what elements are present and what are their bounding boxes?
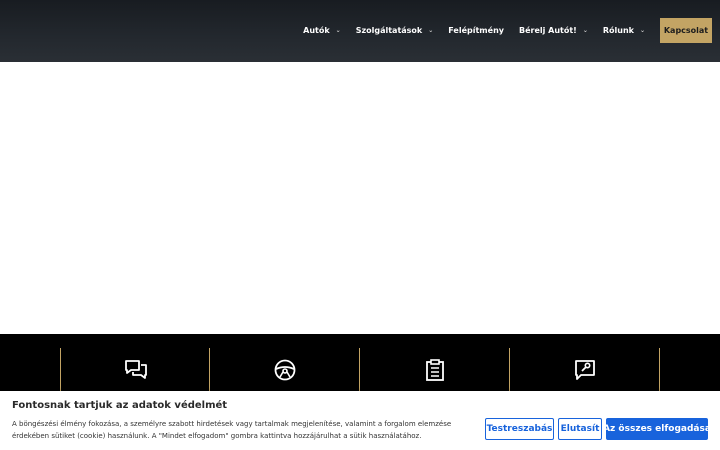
nav-item-label: Rólunk	[602, 26, 634, 35]
cookie-consent-banner: Fontosnak tartjuk az adatok védelmét A b…	[0, 391, 720, 450]
feature-divider	[60, 348, 61, 396]
contact-button[interactable]: Kapcsolat	[660, 18, 712, 43]
support-chat-icon	[575, 360, 595, 380]
nav-item-berelj-autot[interactable]: Bérelj Autót! ⌄	[519, 26, 588, 35]
nav-item-rolunk[interactable]: Rólunk ⌄	[603, 26, 645, 35]
chevron-down-icon: ⌄	[428, 27, 434, 34]
nav-item-label: Felépítmény	[448, 26, 504, 35]
steering-wheel-icon	[274, 359, 296, 381]
cookie-title: Fontosnak tartjuk az adatok védelmét	[12, 400, 228, 411]
nav-item-label: Autók	[303, 26, 330, 35]
customize-button[interactable]: Testreszabás	[485, 418, 554, 440]
cookie-description: A böngészési élmény fokozása, a személyr…	[12, 420, 452, 440]
hero-area	[0, 62, 720, 334]
nav-item-felepitmeny[interactable]: Felépítmény	[448, 26, 504, 35]
accept-all-button[interactable]: Az összes elfogadása	[603, 418, 711, 440]
page: Autók ⌄ Szolgáltatások ⌄ Felépítmény Bér…	[0, 0, 720, 450]
feature-divider	[659, 348, 660, 396]
clipboard-icon	[426, 359, 444, 381]
nav-item-szolgaltatasok[interactable]: Szolgáltatások ⌄	[356, 26, 434, 35]
chat-icon	[125, 360, 147, 379]
feature-divider	[509, 348, 510, 396]
chevron-down-icon: ⌄	[639, 27, 645, 34]
chevron-down-icon: ⌄	[335, 27, 341, 34]
main-nav: Autók ⌄ Szolgáltatások ⌄ Felépítmény Bér…	[303, 18, 712, 43]
site-header: Autók ⌄ Szolgáltatások ⌄ Felépítmény Bér…	[0, 0, 720, 62]
feature-divider	[209, 348, 210, 396]
reject-button[interactable]: Elutasít	[558, 418, 602, 440]
nav-item-autok[interactable]: Autók ⌄	[303, 26, 341, 35]
feature-divider	[359, 348, 360, 396]
nav-item-label: Szolgáltatások	[355, 26, 423, 35]
chevron-down-icon: ⌄	[582, 27, 588, 34]
nav-item-label: Bérelj Autót!	[518, 26, 577, 35]
